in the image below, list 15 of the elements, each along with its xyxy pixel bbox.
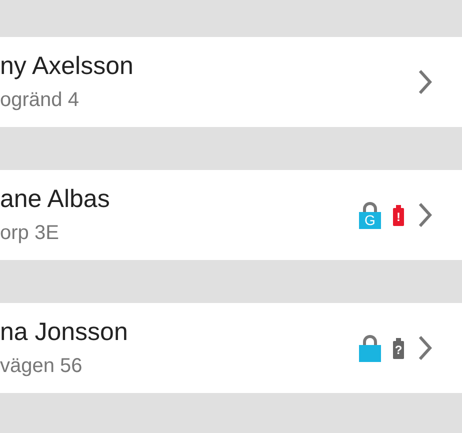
lock-icon (359, 334, 381, 362)
battery-icon: ! (393, 204, 404, 226)
contact-name: ny Axelsson (0, 52, 134, 80)
contact-name: na Jonsson (0, 318, 129, 346)
contact-address: ogränd 4 (0, 88, 80, 112)
chevron-right-icon (418, 335, 432, 361)
contact-row[interactable]: ny Axelsson ogränd 4 (0, 37, 462, 127)
battery-icon: ? (393, 338, 404, 358)
contact-name: ane Albas (0, 185, 111, 213)
contact-address: orp 3E (0, 221, 60, 245)
chevron-right-icon (418, 69, 432, 95)
contact-address: vägen 56 (0, 354, 84, 378)
chevron-right-icon (418, 202, 432, 228)
contact-row[interactable]: ane Albas orp 3E G ! (0, 170, 462, 260)
contact-row[interactable]: na Jonsson vägen 56 ? (0, 303, 462, 393)
